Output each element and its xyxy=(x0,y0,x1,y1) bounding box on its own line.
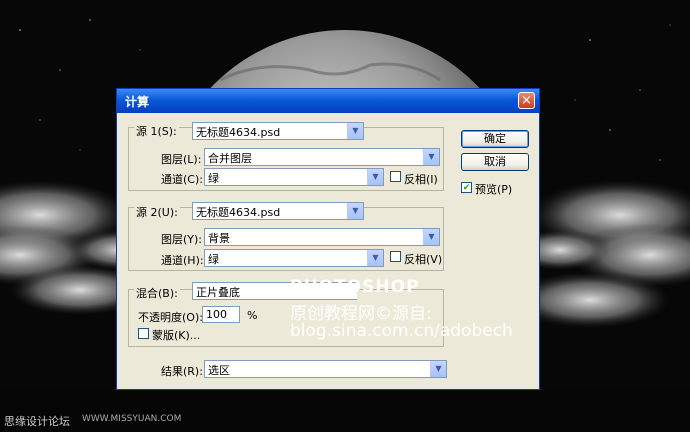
source1-invert-checkbox[interactable] xyxy=(390,171,401,182)
chevron-down-icon: ▼ xyxy=(367,169,383,185)
result-select[interactable]: 选区 ▼ xyxy=(204,360,447,378)
source2-invert-label[interactable]: 反相(V) xyxy=(404,251,442,267)
preview-checkbox[interactable]: ✔ xyxy=(461,182,472,193)
chevron-down-icon: ▼ xyxy=(347,203,363,219)
source1-channel-select[interactable]: 绿 ▼ xyxy=(204,168,384,186)
source1-channel-label: 通道(C): xyxy=(161,173,203,186)
source1-layer-value: 合并图层 xyxy=(208,152,252,165)
watermark-title: PHOTOSHOP xyxy=(290,277,420,297)
source1-label: 源 1(S): xyxy=(134,123,179,139)
source2-channel-value: 绿 xyxy=(208,253,219,266)
preview-label[interactable]: 预览(P) xyxy=(475,181,512,197)
blending-mode-value: 正片叠底 xyxy=(196,286,240,299)
chevron-down-icon: ▼ xyxy=(430,361,446,377)
calculations-dialog: 计算 × 源 1(S): 无标题4634.psd ▼ 图层(L): 合并图层 ▼… xyxy=(116,88,540,390)
chevron-down-icon: ▼ xyxy=(347,123,363,139)
watermark-url: blog.sina.com.cn/adobech xyxy=(290,321,513,341)
result-label: 结果(R): xyxy=(161,365,203,378)
opacity-label: 不透明度(O): xyxy=(138,311,203,324)
result-value: 选区 xyxy=(208,364,230,377)
mask-label[interactable]: 蒙版(K)... xyxy=(152,327,200,343)
source1-file-value: 无标题4634.psd xyxy=(196,126,281,139)
ok-button[interactable]: 确定 xyxy=(461,130,529,148)
source2-file-select[interactable]: 无标题4634.psd ▼ xyxy=(192,202,364,220)
source2-invert-checkbox[interactable] xyxy=(390,251,401,262)
dialog-title: 计算 xyxy=(125,95,150,109)
footer-right-text: WWW.MISSYUAN.COM xyxy=(82,414,182,424)
source1-file-select[interactable]: 无标题4634.psd ▼ xyxy=(192,122,364,140)
footer-left-text: 思缘设计论坛 xyxy=(4,415,70,428)
chevron-down-icon: ▼ xyxy=(423,229,439,245)
chevron-down-icon: ▼ xyxy=(367,250,383,266)
chevron-down-icon: ▼ xyxy=(423,149,439,165)
dialog-titlebar[interactable]: 计算 × xyxy=(117,89,539,113)
source1-channel-value: 绿 xyxy=(208,172,219,185)
source1-invert-label[interactable]: 反相(I) xyxy=(404,171,438,187)
source2-layer-select[interactable]: 背景 ▼ xyxy=(204,228,440,246)
source1-layer-label: 图层(L): xyxy=(161,153,202,166)
source2-label: 源 2(U): xyxy=(134,204,180,220)
source2-channel-label: 通道(H): xyxy=(161,254,204,267)
cancel-button[interactable]: 取消 xyxy=(461,153,529,171)
close-icon[interactable]: × xyxy=(518,92,535,109)
opacity-input[interactable]: 100 xyxy=(202,306,240,323)
source2-file-value: 无标题4634.psd xyxy=(196,206,281,219)
mask-checkbox[interactable] xyxy=(138,328,149,339)
source1-layer-select[interactable]: 合并图层 ▼ xyxy=(204,148,440,166)
source2-layer-label: 图层(Y): xyxy=(161,233,203,246)
source2-layer-value: 背景 xyxy=(208,232,230,245)
blending-label: 混合(B): xyxy=(134,285,180,301)
source2-channel-select[interactable]: 绿 ▼ xyxy=(204,249,384,267)
opacity-unit: % xyxy=(247,309,258,322)
